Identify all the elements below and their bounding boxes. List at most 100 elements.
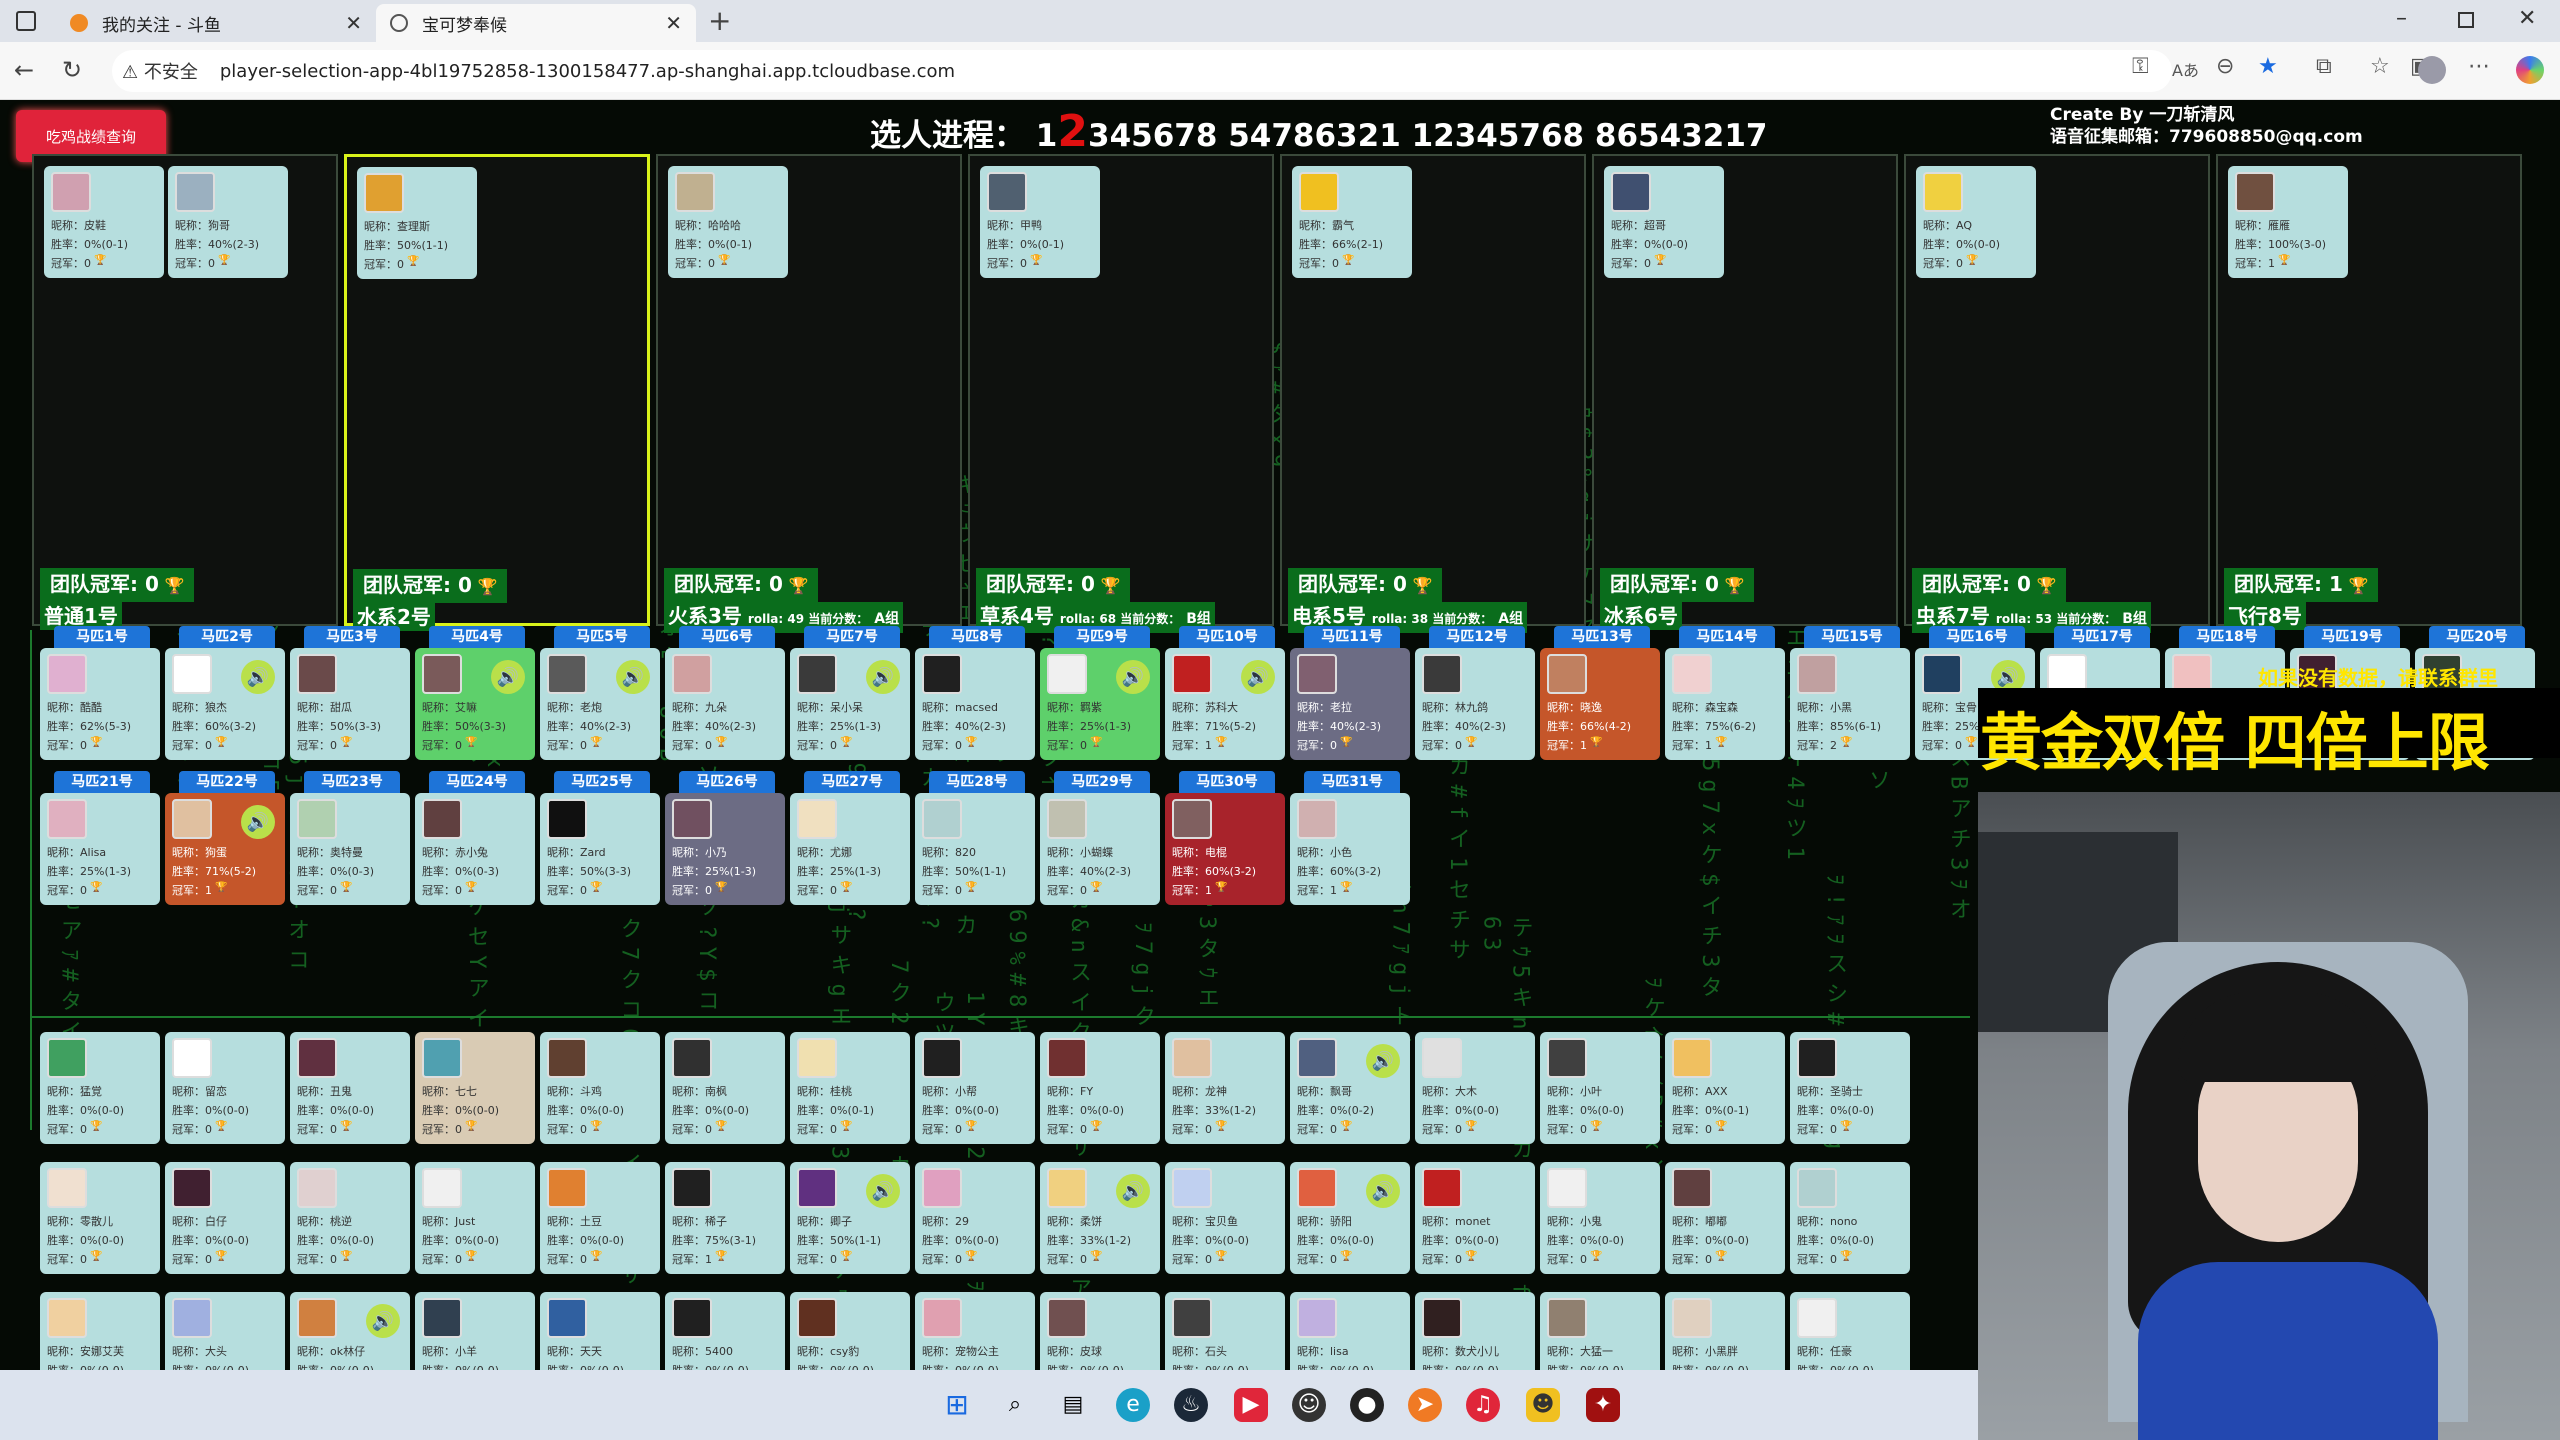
player-card[interactable]: 昵称：Just 胜率：0%(0-0) 冠军：0 🏆 bbox=[415, 1162, 535, 1274]
file-explorer-icon[interactable]: ▤ bbox=[1056, 1388, 1090, 1422]
player-card[interactable]: 昵称：宠物公主胜率：0%(0-0) bbox=[915, 1292, 1035, 1370]
voice-speaker-icon[interactable]: 🔊 bbox=[1116, 660, 1150, 694]
more-menu-icon[interactable]: ⋯ bbox=[2468, 54, 2490, 79]
player-card[interactable]: 昵称：哈哈哈 胜率：0%(0-1) 冠军：0 🏆 bbox=[668, 166, 788, 278]
edge-browser-icon[interactable]: e bbox=[1116, 1388, 1150, 1422]
address-bar[interactable]: ⚠ 不安全 player-selection-app-4bl19752858-1… bbox=[112, 50, 2172, 92]
player-card[interactable]: 昵称：南枫 胜率：0%(0-0) 冠军：0 🏆 bbox=[665, 1032, 785, 1144]
team-column-8[interactable]: 昵称：雁雁 胜率：100%(3-0) 冠军：1 🏆 团队冠军: 1 🏆 飞行8号 bbox=[2216, 154, 2522, 630]
player-card[interactable]: 昵称：卿子 胜率：50%(1-1) 冠军：0 🏆 🔊 bbox=[790, 1162, 910, 1274]
player-card[interactable]: 昵称：lisa胜率：0%(0-0) bbox=[1290, 1292, 1410, 1370]
team-column-3[interactable]: 昵称：哈哈哈 胜率：0%(0-1) 冠军：0 🏆 团队冠军: 0 🏆 火系3号 rolla… bbox=[656, 154, 962, 633]
player-card[interactable]: 昵称：小色 胜率：60%(3-2) 冠军：1 🏆 bbox=[1290, 793, 1410, 905]
player-card[interactable]: 昵称：艾嘛 胜率：50%(3-3) 冠军：0 🏆 🔊 bbox=[415, 648, 535, 760]
player-card[interactable]: 昵称：猛覚 胜率：0%(0-0) 冠军：0 🏆 bbox=[40, 1032, 160, 1144]
player-card[interactable]: 昵称：留恋 胜率：0%(0-0) 冠军：0 🏆 bbox=[165, 1032, 285, 1144]
player-card[interactable]: 昵称：飘哥 胜率：0%(0-2) 冠军：0 🏆 🔊 bbox=[1290, 1032, 1410, 1144]
player-card[interactable]: 昵称：狗哥 胜率：40%(2-3) 冠军：0 🏆 bbox=[168, 166, 288, 278]
player-card[interactable]: 昵称：嘟嘟 胜率：0%(0-0) 冠军：0 🏆 bbox=[1665, 1162, 1785, 1274]
team-column-7[interactable]: 昵称：AQ 胜率：0%(0-0) 冠军：0 🏆 团队冠军: 0 🏆 虫系7号 rolla:… bbox=[1904, 154, 2210, 633]
app-orange-icon[interactable]: ➤ bbox=[1408, 1388, 1442, 1422]
player-card[interactable]: 昵称：查理斯 胜率：50%(1-1) 冠军：0 🏆 bbox=[357, 167, 477, 279]
player-card[interactable]: 昵称：骄阳 胜率：0%(0-0) 冠军：0 🏆 🔊 bbox=[1290, 1162, 1410, 1274]
player-card[interactable]: 昵称：小黑胖胜率：0%(0-0) bbox=[1665, 1292, 1785, 1370]
app-yellow-icon[interactable]: ☻ bbox=[1526, 1388, 1560, 1422]
player-card[interactable]: 昵称：桃逆 胜率：0%(0-0) 冠军：0 🏆 bbox=[290, 1162, 410, 1274]
favorites-list-icon[interactable]: ☆ bbox=[2370, 54, 2390, 79]
player-card[interactable]: 昵称：霸气 胜率：66%(2-1) 冠军：0 🏆 bbox=[1292, 166, 1412, 278]
player-card[interactable]: 昵称：苏科大 胜率：71%(5-2) 冠军：1 🏆 🔊 bbox=[1165, 648, 1285, 760]
player-card[interactable]: 昵称：狼杰 胜率：60%(3-2) 冠军：0 🏆 🔊 bbox=[165, 648, 285, 760]
restore-icon[interactable] bbox=[2458, 12, 2474, 28]
player-card[interactable]: 昵称：羁紫 胜率：25%(1-3) 冠军：0 🏆 🔊 bbox=[1040, 648, 1160, 760]
player-card[interactable]: 昵称：5400胜率：0%(0-0) bbox=[665, 1292, 785, 1370]
player-card[interactable]: 昵称：大猛一胜率：0%(0-0) bbox=[1540, 1292, 1660, 1370]
refresh-icon[interactable]: ↻ bbox=[62, 56, 82, 84]
start-windows-icon[interactable]: ⊞ bbox=[940, 1388, 974, 1422]
password-key-icon[interactable]: ⚿ bbox=[2132, 54, 2149, 79]
search-icon[interactable]: ⌕ bbox=[998, 1388, 1032, 1422]
voice-speaker-icon[interactable]: 🔊 bbox=[616, 660, 650, 694]
translate-icon[interactable]: Aあ bbox=[2172, 57, 2199, 81]
team-column-1[interactable]: 昵称：皮鞋 胜率：0%(0-1) 冠军：0 🏆 昵称：狗哥 胜率：40%(2-3) 冠军：… bbox=[32, 154, 338, 630]
voice-speaker-icon[interactable]: 🔊 bbox=[1241, 660, 1275, 694]
player-card[interactable]: 昵称：任豪胜率：0%(0-0) bbox=[1790, 1292, 1910, 1370]
voice-speaker-icon[interactable]: 🔊 bbox=[1366, 1174, 1400, 1208]
player-card[interactable]: 昵称：土豆 胜率：0%(0-0) 冠军：0 🏆 bbox=[540, 1162, 660, 1274]
player-card[interactable]: 昵称：nono 胜率：0%(0-0) 冠军：0 🏆 bbox=[1790, 1162, 1910, 1274]
close-tab-icon[interactable]: ✕ bbox=[345, 11, 362, 35]
tab-active[interactable]: 宝可梦奉候 ✕ bbox=[376, 4, 696, 42]
player-card[interactable]: 昵称：桂桃 胜率：0%(0-1) 冠军：0 🏆 bbox=[790, 1032, 910, 1144]
close-window-icon[interactable]: ✕ bbox=[2518, 6, 2536, 31]
close-tab-icon[interactable]: ✕ bbox=[665, 11, 682, 35]
player-card[interactable]: 昵称：皮球胜率：0%(0-0) bbox=[1040, 1292, 1160, 1370]
player-card[interactable]: 昵称：白仔 胜率：0%(0-0) 冠军：0 🏆 bbox=[165, 1162, 285, 1274]
player-card[interactable]: 昵称：狗蛋 胜率：71%(5-2) 冠军：1 🏆 🔊 bbox=[165, 793, 285, 905]
team-column-2[interactable]: 昵称：查理斯 胜率：50%(1-1) 冠军：0 🏆 团队冠军: 0 🏆 水系2号 bbox=[344, 154, 650, 631]
new-tab-icon[interactable]: + bbox=[708, 4, 731, 37]
player-card[interactable]: 昵称：九朵 胜率：40%(2-3) 冠军：0 🏆 bbox=[665, 648, 785, 760]
player-card[interactable]: 昵称：奥特曼 胜率：0%(0-3) 冠军：0 🏆 bbox=[290, 793, 410, 905]
player-card[interactable]: 昵称：雁雁 胜率：100%(3-0) 冠军：1 🏆 bbox=[2228, 166, 2348, 278]
player-card[interactable]: 昵称：晓逸 胜率：66%(4-2) 冠军：1 🏆 bbox=[1540, 648, 1660, 760]
player-card[interactable]: 昵称：甜瓜 胜率：50%(3-3) 冠军：0 🏆 bbox=[290, 648, 410, 760]
player-card[interactable]: 昵称：老拉 胜率：40%(2-3) 冠军：0 🏆 bbox=[1290, 648, 1410, 760]
player-card[interactable]: 昵称：820 胜率：50%(1-1) 冠军：0 🏆 bbox=[915, 793, 1035, 905]
player-card[interactable]: 昵称：Zard 胜率：50%(3-3) 冠军：0 🏆 bbox=[540, 793, 660, 905]
player-card[interactable]: 昵称：柔饼 胜率：33%(1-2) 冠军：0 🏆 🔊 bbox=[1040, 1162, 1160, 1274]
player-card[interactable]: 昵称：Alisa 胜率：25%(1-3) 冠军：0 🏆 bbox=[40, 793, 160, 905]
profile-avatar[interactable] bbox=[2418, 56, 2446, 84]
player-card[interactable]: 昵称：甲鸭 胜率：0%(0-1) 冠军：0 🏆 bbox=[980, 166, 1100, 278]
tab-douyu[interactable]: 我的关注 - 斗鱼 ✕ bbox=[56, 4, 376, 42]
player-card[interactable]: 昵称：AQ 胜率：0%(0-0) 冠军：0 🏆 bbox=[1916, 166, 2036, 278]
player-card[interactable]: 昵称：斗鸡 胜率：0%(0-0) 冠军：0 🏆 bbox=[540, 1032, 660, 1144]
player-card[interactable]: 昵称：小黑 胜率：85%(6-1) 冠军：2 🏆 bbox=[1790, 648, 1910, 760]
player-card[interactable]: 昵称：安娜艾芙胜率：0%(0-0) bbox=[40, 1292, 160, 1370]
player-card[interactable]: 昵称：酷酷 胜率：62%(5-3) 冠军：0 🏆 bbox=[40, 648, 160, 760]
voice-speaker-icon[interactable]: 🔊 bbox=[866, 660, 900, 694]
steam-icon[interactable]: ♨ bbox=[1174, 1388, 1208, 1422]
app-dark-icon[interactable]: ✦ bbox=[1586, 1388, 1620, 1422]
player-card[interactable]: 昵称：龙神 胜率：33%(1-2) 冠军：0 🏆 bbox=[1165, 1032, 1285, 1144]
extensions-icon[interactable]: ⧉ bbox=[2316, 54, 2332, 79]
voice-speaker-icon[interactable]: 🔊 bbox=[366, 1304, 400, 1338]
player-card[interactable]: 昵称：零散儿 胜率：0%(0-0) 冠军：0 🏆 bbox=[40, 1162, 160, 1274]
player-card[interactable]: 昵称：石头胜率：0%(0-0) bbox=[1165, 1292, 1285, 1370]
player-card[interactable]: 昵称：csy豹胜率：0%(0-0) bbox=[790, 1292, 910, 1370]
favorite-star-icon[interactable]: ★ bbox=[2258, 54, 2278, 79]
player-card[interactable]: 昵称：macsed 胜率：40%(2-3) 冠军：0 🏆 bbox=[915, 648, 1035, 760]
player-card[interactable]: 昵称：宝贝鱼 胜率：0%(0-0) 冠军：0 🏆 bbox=[1165, 1162, 1285, 1274]
player-card[interactable]: 昵称：天天胜率：0%(0-0) bbox=[540, 1292, 660, 1370]
player-card[interactable]: 昵称：小叶 胜率：0%(0-0) 冠军：0 🏆 bbox=[1540, 1032, 1660, 1144]
player-card[interactable]: 昵称：圣骑士 胜率：0%(0-0) 冠军：0 🏆 bbox=[1790, 1032, 1910, 1144]
player-card[interactable]: 昵称：小蝴蝶 胜率：40%(2-3) 冠军：0 🏆 bbox=[1040, 793, 1160, 905]
voice-speaker-icon[interactable]: 🔊 bbox=[241, 805, 275, 839]
player-card[interactable]: 昵称：29 胜率：0%(0-0) 冠军：0 🏆 bbox=[915, 1162, 1035, 1274]
player-card[interactable]: 昵称：ok林仔胜率：0%(0-0)🔊 bbox=[290, 1292, 410, 1370]
player-card[interactable]: 昵称：林九鸽 胜率：40%(2-3) 冠军：0 🏆 bbox=[1415, 648, 1535, 760]
back-icon[interactable]: ← bbox=[14, 56, 34, 84]
player-card[interactable]: 昵称：老炮 胜率：40%(2-3) 冠军：0 🏆 🔊 bbox=[540, 648, 660, 760]
voice-speaker-icon[interactable]: 🔊 bbox=[1366, 1044, 1400, 1078]
chat-app-icon[interactable]: ☺ bbox=[1292, 1388, 1326, 1422]
player-card[interactable]: 昵称：小鬼 胜率：0%(0-0) 冠军：0 🏆 bbox=[1540, 1162, 1660, 1274]
